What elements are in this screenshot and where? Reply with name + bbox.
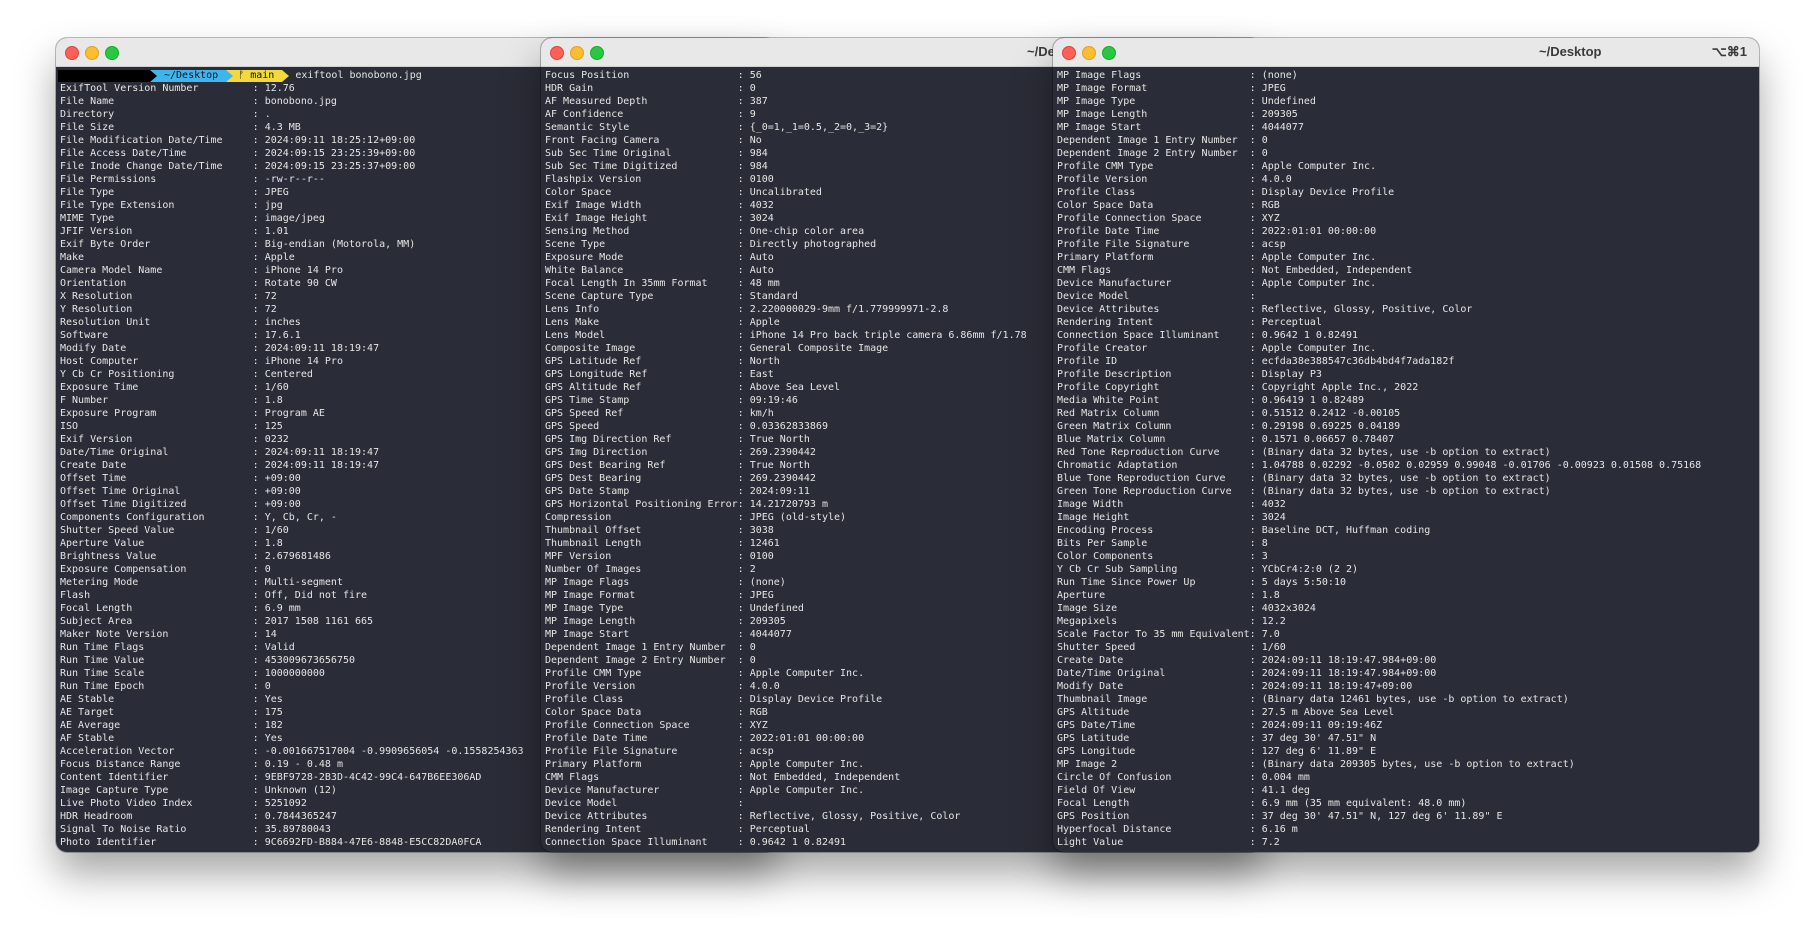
exif-line: Green Matrix Column : 0.29198 0.69225 0.… — [1057, 421, 1401, 432]
exif-line: Device Manufacturer : Apple Computer Inc… — [1057, 278, 1377, 289]
traffic-lights — [65, 46, 125, 65]
close-button[interactable] — [1062, 46, 1076, 60]
exif-line: Run Time Since Power Up : 5 days 5:50:10 — [1057, 577, 1346, 588]
window-titlebar[interactable]: ~/Desktop ⌥⌘1 — [1053, 38, 1759, 67]
window-title: ~/Desktop — [1539, 44, 1602, 59]
minimize-button[interactable] — [1082, 46, 1096, 60]
git-branch-icon: ᚠ — [238, 69, 251, 81]
traffic-lights — [550, 46, 610, 65]
exif-line: Red Matrix Column : 0.51512 0.2412 -0.00… — [1057, 408, 1401, 419]
exif-line: Blue Matrix Column : 0.1571 0.06657 0.78… — [1057, 434, 1395, 445]
exif-line: Aperture : 1.8 — [1057, 590, 1280, 601]
prompt-arrow — [282, 69, 290, 82]
exif-line: Device Model : — [1057, 291, 1256, 302]
exif-line: Chromatic Adaptation : 1.04788 0.02292 -… — [1057, 460, 1702, 471]
exif-line: Color Components : 3 — [1057, 551, 1268, 562]
exif-line: MP Image Type : Undefined — [1057, 96, 1316, 107]
exif-line: Encoding Process : Baseline DCT, Huffman… — [1057, 525, 1431, 536]
exif-line: Field Of View : 41.1 deg — [1057, 785, 1310, 796]
exif-line: Hyperfocal Distance : 6.16 m — [1057, 824, 1298, 835]
exif-line: MP Image Length : 209305 — [1057, 109, 1298, 120]
prompt-command: exiftool bonobono.jpg — [295, 70, 422, 81]
exif-line: Thumbnail Image : (Binary data 12461 byt… — [1057, 694, 1569, 705]
exif-line: MP Image Flags : (none) — [1057, 70, 1298, 81]
exif-line: CMM Flags : Not Embedded, Independent — [1057, 265, 1413, 276]
exif-line: Device Attributes : Reflective, Glossy, … — [1057, 304, 1473, 315]
exif-lines: MP Image Flags : (none) MP Image Format :… — [1057, 69, 1759, 849]
close-button[interactable] — [550, 46, 564, 60]
terminal-window-3[interactable]: ~/Desktop ⌥⌘1 MP Image Flags : (none) MP … — [1053, 38, 1759, 852]
exif-line: Rendering Intent : Perceptual — [1057, 317, 1322, 328]
exif-line: Profile Date Time : 2022:01:01 00:00:00 — [1057, 226, 1377, 237]
exif-line: Color Space Data : RGB — [1057, 200, 1280, 211]
exif-line: Connection Space Illuminant : 0.9642 1 0… — [1057, 330, 1359, 341]
exif-line: Date/Time Original : 2024:09:11 18:19:47… — [1057, 668, 1437, 679]
exif-line: Profile CMM Type : Apple Computer Inc. — [1057, 161, 1377, 172]
prompt-branch-name: main — [250, 69, 275, 81]
exif-line: GPS Latitude : 37 deg 30' 47.51" N — [1057, 733, 1377, 744]
exif-line: Circle Of Confusion : 0.004 mm — [1057, 772, 1310, 783]
exif-line: Shutter Speed : 1/60 — [1057, 642, 1286, 653]
exif-line: MP Image Format : JPEG — [1057, 83, 1286, 94]
window-shortcut: ⌥⌘1 — [1711, 44, 1747, 59]
exif-line: GPS Altitude : 27.5 m Above Sea Level — [1057, 707, 1395, 718]
exif-line: Image Size : 4032x3024 — [1057, 603, 1316, 614]
exif-line: Profile Description : Display P3 — [1057, 369, 1322, 380]
exif-line: Bits Per Sample : 8 — [1057, 538, 1268, 549]
window-title: ~/De — [1027, 44, 1055, 59]
zoom-button[interactable] — [105, 46, 119, 60]
exif-line: Primary Platform : Apple Computer Inc. — [1057, 252, 1377, 263]
minimize-button[interactable] — [570, 46, 584, 60]
exif-line: Y Cb Cr Sub Sampling : YCbCr4:2:0 (2 2) — [1057, 564, 1359, 575]
exif-line: Image Height : 3024 — [1057, 512, 1286, 523]
exif-line: Dependent Image 1 Entry Number : 0 — [1057, 135, 1268, 146]
exif-line: Profile Creator : Apple Computer Inc. — [1057, 343, 1377, 354]
exif-line: Profile Connection Space : XYZ — [1057, 213, 1280, 224]
exif-line: Profile Version : 4.0.0 — [1057, 174, 1292, 185]
zoom-button[interactable] — [590, 46, 604, 60]
zoom-button[interactable] — [1102, 46, 1116, 60]
exif-line: Profile ID : ecfda38e388547c36db4bd4f7ad… — [1057, 356, 1455, 367]
exif-line: Dependent Image 2 Entry Number : 0 — [1057, 148, 1268, 159]
traffic-lights — [1062, 46, 1122, 65]
terminal-output[interactable]: MP Image Flags : (none) MP Image Format :… — [1057, 69, 1759, 852]
exif-line: Focal Length : 6.9 mm (35 mm equivalent:… — [1057, 798, 1467, 809]
exif-line: MP Image Start : 4044077 — [1057, 122, 1304, 133]
exif-line: Media White Point : 0.96419 1 0.82489 — [1057, 395, 1365, 406]
exif-line: Megapixels : 12.2 — [1057, 616, 1286, 627]
exif-line: Red Tone Reproduction Curve : (Binary da… — [1057, 447, 1551, 458]
exif-line: GPS Date/Time : 2024:09:11 09:19:46Z — [1057, 720, 1383, 731]
exif-line: MP Image 2 : (Binary data 209305 bytes, … — [1057, 759, 1575, 770]
prompt-directory: ~/Desktop — [150, 69, 227, 82]
exif-line: Profile Copyright : Copyright Apple Inc.… — [1057, 382, 1419, 393]
exif-line: Scale Factor To 35 mm Equivalent: 7.0 — [1057, 629, 1280, 640]
exif-line: Create Date : 2024:09:11 18:19:47.984+09… — [1057, 655, 1437, 666]
exif-line: Profile File Signature : acsp — [1057, 239, 1286, 250]
prompt-git-branch: ᚠ main — [226, 69, 283, 82]
exif-line: Image Width : 4032 — [1057, 499, 1286, 510]
exif-line: Modify Date : 2024:09:11 18:19:47+09:00 — [1057, 681, 1413, 692]
exif-line: Profile Class : Display Device Profile — [1057, 187, 1395, 198]
minimize-button[interactable] — [85, 46, 99, 60]
exif-line: Green Tone Reproduction Curve : (Binary … — [1057, 486, 1551, 497]
prompt-user-segment — [58, 69, 150, 82]
exif-line: Light Value : 7.2 — [1057, 837, 1280, 848]
exif-line: Blue Tone Reproduction Curve : (Binary d… — [1057, 473, 1551, 484]
close-button[interactable] — [65, 46, 79, 60]
exif-line: GPS Position : 37 deg 30' 47.51" N, 127 … — [1057, 811, 1503, 822]
exif-line: GPS Longitude : 127 deg 6' 11.89" E — [1057, 746, 1377, 757]
